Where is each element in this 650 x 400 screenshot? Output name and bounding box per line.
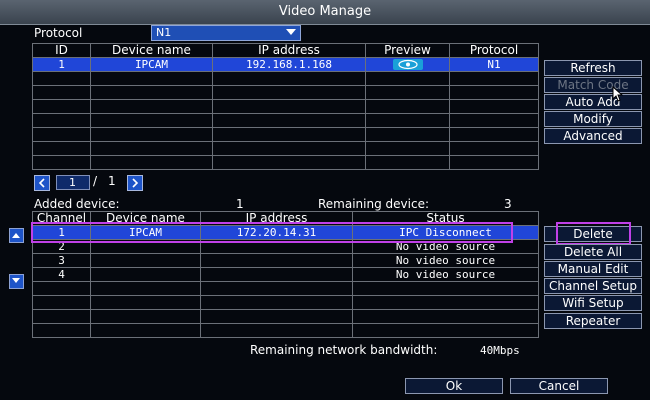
channel-table-row[interactable]: 3 No video source — [32, 253, 539, 268]
column-header-status: Status — [352, 211, 539, 226]
table-row[interactable] — [32, 71, 539, 86]
channel-table-row[interactable]: 2 No video source — [32, 239, 539, 254]
column-header-channel: Channel — [32, 211, 91, 226]
window-title: Video Manage — [278, 4, 372, 19]
table-row[interactable] — [32, 295, 539, 310]
protocol-select[interactable]: N1 — [151, 25, 301, 41]
cell-id: 1 — [32, 57, 91, 72]
wifi-setup-button[interactable]: Wifi Setup — [544, 295, 642, 311]
cell-status: No video source — [352, 239, 539, 254]
cancel-button[interactable]: Cancel — [510, 378, 608, 394]
channel-table-header: Channel Device name IP address Status — [32, 211, 539, 226]
column-header-ip-address: IP address — [212, 43, 366, 58]
cell-status: No video source — [352, 267, 539, 282]
video-manage-window: Video Manage Protocol N1 ID Device name … — [0, 0, 650, 400]
ok-button[interactable]: Ok — [405, 378, 503, 394]
cell-ip-address — [200, 267, 353, 282]
cell-protocol: N1 — [449, 57, 539, 72]
remaining-device-label: Remaining device: — [318, 197, 429, 211]
total-pages: 1 — [108, 174, 116, 188]
chevron-left-icon — [38, 178, 45, 188]
delete-all-button[interactable]: Delete All — [544, 244, 642, 260]
cell-ip-address — [200, 239, 353, 254]
arrow-up-icon — [12, 233, 20, 238]
mouse-cursor-icon — [612, 86, 624, 102]
cell-channel: 3 — [32, 253, 91, 268]
channel-setup-button[interactable]: Channel Setup — [544, 278, 642, 294]
channel-table-row[interactable]: 4 No video source — [32, 267, 539, 282]
cell-device-name: IPCAM — [90, 57, 213, 72]
table-row[interactable] — [32, 281, 539, 296]
channel-table-row[interactable]: 1 IPCAM 172.20.14.31 IPC Disconnect — [32, 225, 539, 240]
cell-device-name — [90, 239, 201, 254]
column-header-device-name: Device name — [90, 43, 213, 58]
page-separator: / — [93, 174, 98, 188]
auto-add-button[interactable]: Auto Add — [544, 94, 642, 110]
column-header-ip-address: IP address — [200, 211, 353, 226]
modify-button[interactable]: Modify — [544, 111, 642, 127]
advanced-button[interactable]: Advanced — [544, 128, 642, 144]
next-page-button[interactable] — [127, 175, 143, 191]
arrow-down-icon — [12, 278, 20, 283]
title-bar: Video Manage — [0, 0, 650, 25]
added-device-count: 1 — [236, 197, 244, 211]
table-row[interactable] — [32, 113, 539, 128]
table-row[interactable] — [32, 141, 539, 156]
added-device-label: Added device: — [34, 197, 120, 211]
cell-device-name: IPCAM — [90, 225, 201, 240]
chevron-right-icon — [132, 178, 139, 188]
cell-ip-address: 192.168.1.168 — [212, 57, 366, 72]
delete-button[interactable]: Delete — [544, 226, 642, 242]
search-table: ID Device name IP address Preview Protoc… — [32, 43, 539, 170]
current-page: 1 — [69, 176, 76, 189]
bandwidth-value: 40Mbps — [480, 344, 520, 357]
table-row[interactable] — [32, 127, 539, 142]
table-row[interactable] — [32, 155, 539, 170]
previous-page-button[interactable] — [34, 175, 50, 191]
protocol-select-value: N1 — [156, 26, 172, 39]
search-table-row[interactable]: 1 IPCAM 192.168.1.168 N1 — [32, 57, 539, 72]
cell-status: No video source — [352, 253, 539, 268]
cell-ip-address — [200, 253, 353, 268]
page-number-field[interactable]: 1 — [56, 175, 90, 190]
cell-channel: 1 — [32, 225, 91, 240]
remaining-device-count: 3 — [504, 197, 512, 211]
column-header-id: ID — [32, 43, 91, 58]
move-up-button[interactable] — [9, 228, 24, 243]
column-header-device-name: Device name — [90, 211, 201, 226]
search-table-header: ID Device name IP address Preview Protoc… — [32, 43, 539, 58]
bandwidth-label: Remaining network bandwidth: — [250, 343, 438, 357]
cell-channel: 2 — [32, 239, 91, 254]
table-row[interactable] — [32, 99, 539, 114]
eye-icon[interactable] — [392, 59, 423, 70]
cell-status: IPC Disconnect — [352, 225, 539, 240]
repeater-button[interactable]: Repeater — [544, 313, 642, 329]
refresh-button[interactable]: Refresh — [544, 60, 642, 76]
cell-ip-address: 172.20.14.31 — [200, 225, 353, 240]
cell-preview[interactable] — [365, 57, 450, 72]
cell-device-name — [90, 267, 201, 282]
match-code-button[interactable]: Match Code — [544, 77, 642, 93]
channel-table: Channel Device name IP address Status 1 … — [32, 211, 539, 338]
cell-device-name — [90, 253, 201, 268]
table-row[interactable] — [32, 85, 539, 100]
column-header-preview: Preview — [365, 43, 450, 58]
protocol-label: Protocol — [34, 26, 83, 40]
column-header-protocol: Protocol — [449, 43, 539, 58]
table-row[interactable] — [32, 309, 539, 324]
cell-channel: 4 — [32, 267, 91, 282]
manual-edit-button[interactable]: Manual Edit — [544, 261, 642, 277]
table-row[interactable] — [32, 323, 539, 338]
move-down-button[interactable] — [9, 274, 24, 289]
chevron-down-icon — [286, 29, 296, 35]
